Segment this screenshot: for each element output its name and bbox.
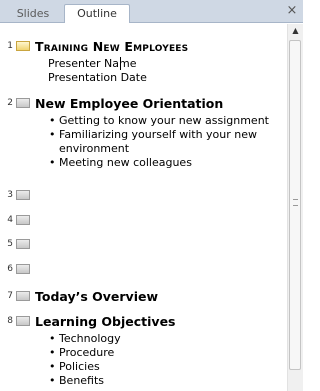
outline-slide-7[interactable]: 7 Today’s Overview: [0, 288, 287, 306]
outline-slide-1[interactable]: 1 Training New Employees: [0, 38, 287, 56]
slide-number: 4: [7, 215, 13, 225]
bullet-text[interactable]: Getting to know your new assignment: [59, 114, 269, 128]
bullet-glyph: •: [49, 374, 56, 387]
close-pane-icon[interactable]: ×: [285, 4, 299, 18]
slide-number: 8: [7, 316, 13, 326]
bullet-text[interactable]: Procedure: [59, 346, 114, 360]
outline-slide-5[interactable]: 5: [0, 236, 287, 254]
slide-number: 3: [7, 190, 13, 200]
slide-icon[interactable]: [16, 215, 30, 225]
bullet-text[interactable]: Benefits: [59, 374, 104, 388]
outline-text-line[interactable]: Presentation Date: [48, 71, 147, 85]
bullet-text[interactable]: Policies: [59, 360, 100, 374]
scroll-up-arrow-icon[interactable]: ▲: [288, 24, 303, 38]
vertical-scrollbar[interactable]: ▲: [287, 24, 303, 391]
slide-title[interactable]: Today’s Overview: [35, 288, 158, 305]
grip-icon: [293, 199, 298, 206]
bullet-glyph: •: [49, 346, 56, 359]
bullet-glyph: •: [49, 128, 56, 141]
slide-icon[interactable]: [16, 98, 30, 108]
tab-slides[interactable]: Slides: [6, 5, 60, 23]
outline-text-line[interactable]: Presenter Name: [48, 57, 137, 71]
bullet-glyph: •: [49, 156, 56, 169]
outline-slide-3[interactable]: 3: [0, 187, 287, 205]
slide-icon[interactable]: [16, 190, 30, 200]
slide-icon[interactable]: [16, 316, 30, 326]
scroll-thumb[interactable]: [289, 40, 301, 370]
outline-slide-6[interactable]: 6: [0, 261, 287, 279]
slide-number: 7: [7, 291, 13, 301]
slide-icon[interactable]: [16, 264, 30, 274]
outline-slide-4[interactable]: 4: [0, 212, 287, 230]
slide-icon[interactable]: [16, 239, 30, 249]
bullet-glyph: •: [49, 332, 56, 345]
slide-title[interactable]: Training New Employees: [35, 38, 188, 55]
slide-icon[interactable]: [16, 291, 30, 301]
slide-number: 6: [7, 264, 13, 274]
bullet-text[interactable]: Familiarizing yourself with your new: [59, 128, 257, 142]
slide-title[interactable]: Learning Objectives: [35, 313, 176, 330]
pane-tab-bar: Slides Outline ×: [0, 0, 303, 23]
outline-content[interactable]: 1 Training New Employees Presenter Name …: [0, 24, 287, 391]
tab-outline[interactable]: Outline: [64, 4, 130, 23]
bullet-text[interactable]: Meeting new colleagues: [59, 156, 192, 170]
slide-number: 1: [7, 41, 13, 51]
slide-number: 2: [7, 98, 13, 108]
outline-slide-8[interactable]: 8 Learning Objectives: [0, 313, 287, 331]
bullet-text[interactable]: Technology: [59, 332, 121, 346]
slide-icon[interactable]: [16, 41, 30, 51]
slide-title[interactable]: New Employee Orientation: [35, 95, 223, 112]
slide-number: 5: [7, 239, 13, 249]
outline-slide-2[interactable]: 2 New Employee Orientation: [0, 95, 287, 113]
bullet-glyph: •: [49, 360, 56, 373]
bullet-glyph: •: [49, 114, 56, 127]
text-cursor: [120, 57, 121, 70]
bullet-text[interactable]: environment: [59, 142, 129, 156]
